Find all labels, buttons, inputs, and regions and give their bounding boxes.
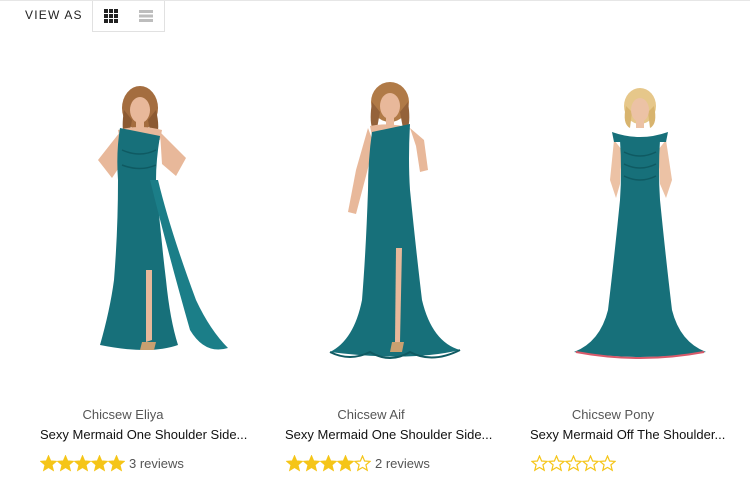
rating-stars bbox=[286, 455, 371, 472]
reviews-count[interactable]: 2 reviews bbox=[375, 456, 430, 471]
grid-view-icon bbox=[103, 9, 118, 23]
star-empty-icon bbox=[548, 455, 565, 472]
product-card: Chicsew Eliya Sexy Mermaid One Shoulder … bbox=[0, 40, 250, 478]
view-as-label: VIEW AS bbox=[25, 8, 83, 22]
product-image[interactable] bbox=[500, 80, 750, 400]
product-card: Chicsew Aif Sexy Mermaid One Shoulder Si… bbox=[250, 40, 500, 478]
product-rating: 2 reviews bbox=[286, 455, 430, 472]
product-image[interactable] bbox=[250, 80, 500, 400]
product-card: Chicsew Pony Sexy Mermaid Off The Should… bbox=[500, 40, 750, 478]
star-filled-icon bbox=[40, 455, 57, 472]
star-filled-icon bbox=[108, 455, 125, 472]
star-empty-icon bbox=[354, 455, 371, 472]
rating-stars bbox=[531, 455, 616, 472]
star-empty-icon bbox=[565, 455, 582, 472]
rating-stars bbox=[40, 455, 125, 472]
star-filled-icon bbox=[320, 455, 337, 472]
star-filled-icon bbox=[303, 455, 320, 472]
product-brand: Chicsew Eliya bbox=[82, 407, 164, 422]
product-brand: Chicsew Pony bbox=[571, 407, 655, 422]
product-brand: Chicsew Aif bbox=[337, 407, 405, 422]
star-filled-icon bbox=[57, 455, 74, 472]
reviews-count[interactable]: 3 reviews bbox=[129, 456, 184, 471]
product-title[interactable]: Sexy Mermaid Off The Shoulder... bbox=[530, 427, 725, 442]
star-filled-icon bbox=[337, 455, 354, 472]
grid-view-button[interactable] bbox=[92, 1, 129, 32]
list-view-button[interactable] bbox=[128, 1, 165, 32]
product-title[interactable]: Sexy Mermaid One Shoulder Side... bbox=[40, 427, 247, 442]
star-filled-icon bbox=[286, 455, 303, 472]
product-rating: 3 reviews bbox=[40, 455, 184, 472]
product-image[interactable] bbox=[0, 80, 250, 400]
list-view-icon bbox=[139, 10, 153, 22]
star-empty-icon bbox=[599, 455, 616, 472]
star-filled-icon bbox=[74, 455, 91, 472]
star-empty-icon bbox=[531, 455, 548, 472]
product-rating bbox=[531, 455, 620, 472]
product-title[interactable]: Sexy Mermaid One Shoulder Side... bbox=[285, 427, 492, 442]
star-filled-icon bbox=[91, 455, 108, 472]
star-empty-icon bbox=[582, 455, 599, 472]
